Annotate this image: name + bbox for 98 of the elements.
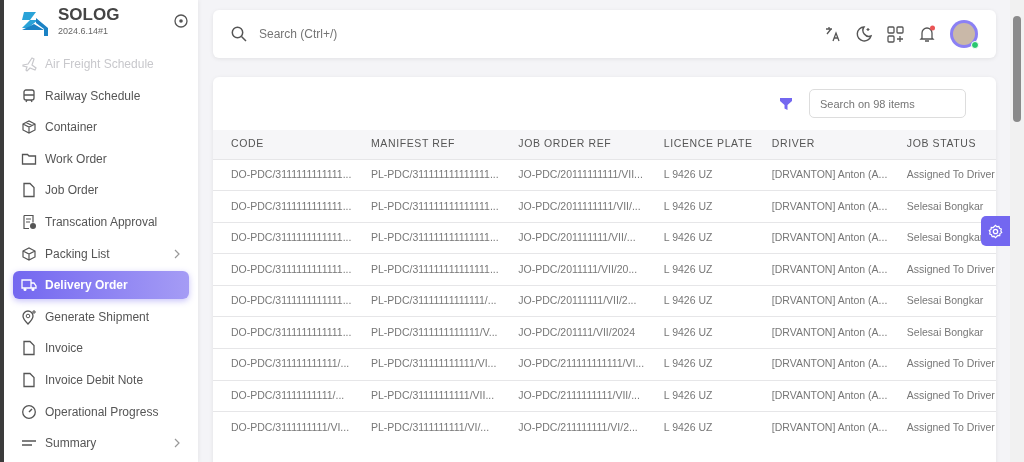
plane-icon [21, 56, 37, 72]
package-icon [21, 245, 37, 262]
table-cell: Selesai Bongkar [888, 285, 996, 317]
table-cell: DO-PDC/3111111111111... [213, 253, 353, 286]
table-cell: JO-PDC/201111111/VII/... [500, 222, 646, 254]
table-cell: [DRVANTON] Anton (A... [753, 380, 889, 412]
table-cell: PL-PDC/3111111111111/V... [353, 316, 501, 349]
table-cell: PL-PDC/311111111111111... [353, 159, 501, 191]
moon-icon[interactable] [855, 25, 873, 43]
column-header[interactable]: MANIFEST REF [353, 130, 501, 159]
radio-icon[interactable] [174, 14, 188, 28]
column-header[interactable]: JOB STATUS [888, 130, 996, 159]
table-cell: Assigned To Driver [888, 348, 996, 381]
box-icon [21, 119, 37, 136]
table-cell: Assigned To Driver [888, 253, 996, 286]
table-cell: L 9426 UZ [645, 316, 754, 349]
bell-icon[interactable] [918, 25, 936, 43]
table-search-field[interactable]: Search on 98 items [809, 89, 966, 118]
user-avatar[interactable] [950, 20, 978, 48]
table-cell: [DRVANTON] Anton (A... [753, 222, 889, 254]
column-header[interactable]: LICENCE PLATE [645, 130, 754, 159]
table-cell: [DRVANTON] Anton (A... [753, 411, 889, 444]
table-cell: L 9426 UZ [645, 159, 754, 191]
brand-name: SOLOG [58, 6, 120, 25]
table-cell: DO-PDC/3111111111111... [213, 222, 353, 254]
table-cell: L 9426 UZ [645, 411, 754, 444]
search-icon [231, 26, 247, 42]
table-cell: Selesai Bongkar [888, 316, 996, 349]
sidebar-item[interactable]: Packing List [13, 239, 189, 268]
document-icon [21, 182, 37, 199]
column-header[interactable]: JOB ORDER REF [500, 130, 646, 159]
table-cell: JO-PDC/211111111/VI/2... [500, 411, 646, 444]
table-cell: Assigned To Driver [888, 159, 996, 191]
train-icon [21, 87, 37, 104]
table-cell: PL-PDC/3111111111/VI/... [353, 411, 501, 444]
table-cell: [DRVANTON] Anton (A... [753, 159, 889, 191]
sidebar-item[interactable]: Work Order [13, 144, 189, 173]
table-cell: L 9426 UZ [645, 222, 754, 254]
settings-icon [988, 223, 1003, 239]
table-cell: PL-PDC/31111111111/VII... [353, 380, 501, 412]
table-cell: PL-PDC/311111111111/VI... [353, 348, 501, 381]
table-cell: JO-PDC/2111111111/VII/... [500, 380, 646, 412]
sidebar-item[interactable]: Invoice Debit Note [13, 365, 189, 394]
search-field[interactable]: Search (Ctrl+/) [257, 24, 811, 44]
translate-icon[interactable] [825, 26, 841, 42]
chevron-icon [173, 248, 181, 259]
scrollbar[interactable] [1010, 0, 1024, 462]
table-cell: [DRVANTON] Anton (A... [753, 190, 889, 223]
table-cell: [DRVANTON] Anton (A... [753, 253, 889, 286]
table-cell: DO-PDC/31111111111/... [213, 380, 353, 412]
table-cell: JO-PDC/2011111/VII/20... [500, 253, 646, 286]
table-cell: JO-PDC/20111111111/VII... [500, 159, 646, 191]
table-cell: DO-PDC/3111111111111... [213, 190, 353, 223]
table-cell: JO-PDC/2011111111/VII/... [500, 190, 646, 223]
sidebar-item[interactable]: Railway Schedule [13, 81, 189, 110]
truck-icon [21, 277, 37, 294]
gauge-icon [21, 403, 37, 420]
add-widget-icon[interactable] [887, 25, 904, 43]
table-cell: Assigned To Driver [888, 411, 996, 444]
table-cell: JO-PDC/211111111111/VI... [500, 348, 646, 381]
table-cell: PL-PDC/311111111111111... [353, 222, 501, 254]
table-cell: L 9426 UZ [645, 285, 754, 317]
table-cell: [DRVANTON] Anton (A... [753, 285, 889, 317]
sidebar-item[interactable]: Job Order [13, 176, 189, 205]
column-header[interactable]: DRIVER [753, 130, 889, 159]
table-cell: JO-PDC/20111111/VII/2... [500, 285, 646, 317]
sidebar-item[interactable]: Summary [13, 429, 189, 458]
sidebar-item[interactable]: Transcation Approval [13, 207, 189, 236]
location-pin-icon [21, 308, 37, 325]
table-cell: DO-PDC/3111111111111... [213, 285, 353, 317]
table-cell: L 9426 UZ [645, 348, 754, 381]
table-cell: DO-PDC/311111111111/... [213, 348, 353, 381]
version-label: 2024.6.14#1 [58, 24, 110, 38]
sidebar-item[interactable]: Container [13, 113, 189, 142]
table-cell: L 9426 UZ [645, 253, 754, 286]
table-cell: DO-PDC/3111111111111... [213, 159, 353, 191]
table-cell: DO-PDC/3111111111111... [213, 316, 353, 349]
document-check-icon [21, 213, 37, 230]
table-cell: PL-PDC/311111111111111... [353, 190, 501, 223]
table-cell: Assigned To Driver [888, 380, 996, 412]
sidebar-item[interactable]: Delivery Order [13, 271, 189, 300]
sidebar-item[interactable]: Operational Progress [13, 397, 189, 426]
table-cell: PL-PDC/311111111111111... [353, 253, 501, 286]
column-header[interactable]: CODE [213, 130, 353, 159]
document-icon [21, 340, 37, 357]
table-cell: [DRVANTON] Anton (A... [753, 316, 889, 349]
table-cell: JO-PDC/201111/VII/2024 [500, 316, 646, 349]
table-cell: L 9426 UZ [645, 190, 754, 223]
table-cell: PL-PDC/31111111111111/... [353, 285, 501, 317]
table-cell: L 9426 UZ [645, 380, 754, 412]
document-icon [21, 371, 37, 388]
chevron-icon [173, 438, 181, 449]
sidebar-item[interactable]: Generate Shipment [13, 302, 189, 331]
table-cell: DO-PDC/3111111111/VI... [213, 411, 353, 444]
table-cell: [DRVANTON] Anton (A... [753, 348, 889, 381]
settings-button[interactable] [981, 216, 1010, 246]
filter-icon[interactable] [779, 96, 793, 111]
sidebar-item[interactable]: Invoice [13, 334, 189, 363]
